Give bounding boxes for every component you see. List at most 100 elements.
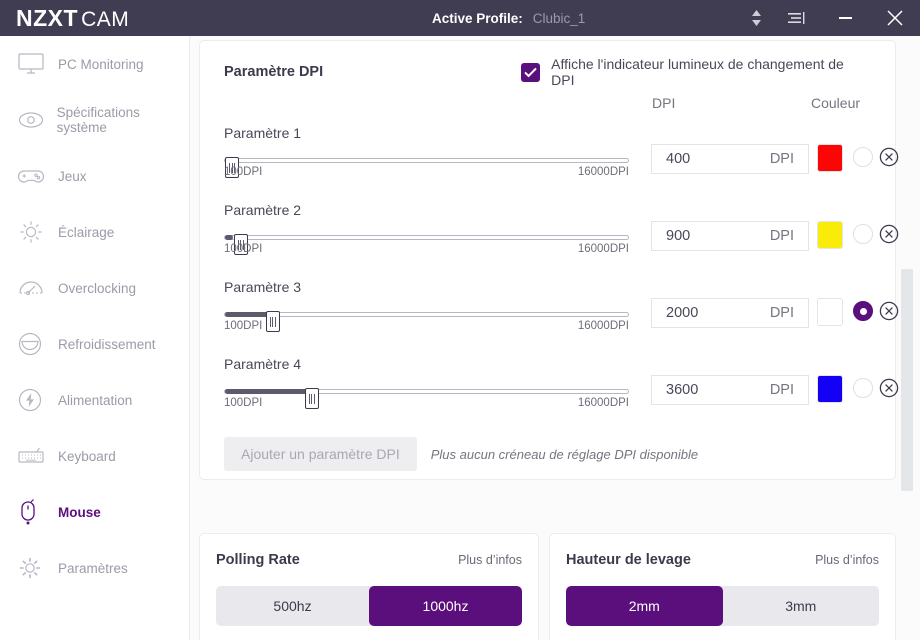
dpi-row: Paramètre 4 100DPI 16000DPI 3600 DPI xyxy=(224,352,899,429)
dpi-color-swatch[interactable] xyxy=(817,144,843,172)
dpi-slider[interactable]: 100DPI 16000DPI xyxy=(224,383,629,411)
logo-cam: CAM xyxy=(81,7,130,31)
circle-x-delete-icon[interactable] xyxy=(879,301,899,321)
slider-max-label: 16000DPI xyxy=(577,397,629,409)
sidebar-item-lighting[interactable]: Éclairage xyxy=(0,204,189,260)
slider-max-label: 16000DPI xyxy=(577,320,629,332)
scrollbar-thumb[interactable] xyxy=(901,269,913,491)
gamepad-icon xyxy=(18,166,58,186)
slider-min-label: 100DPI xyxy=(224,320,263,332)
lift-height-option-3mm[interactable]: 3mm xyxy=(722,586,879,626)
main-scrollbar[interactable] xyxy=(901,36,913,640)
dpi-row: Paramètre 2 100DPI 16000DPI 900 DPI xyxy=(224,198,899,275)
slider-scale: 100DPI 16000DPI xyxy=(224,243,629,257)
sidebar-item-label: Alimentation xyxy=(58,392,133,408)
dpi-value-input[interactable]: 2000 DPI xyxy=(651,298,809,328)
sidebar-item-keyboard[interactable]: Keyboard xyxy=(0,428,189,484)
app-logo: NZXT CAM xyxy=(16,5,129,32)
dpi-slider[interactable]: 100DPI 16000DPI xyxy=(224,229,629,257)
lift-height-header: Hauteur de levage Plus d’infos xyxy=(566,534,879,586)
sidebar: PC Monitoring Spécifications système Jeu… xyxy=(0,36,190,640)
sidebar-item-cooling[interactable]: Refroidissement xyxy=(0,316,189,372)
dpi-value: 900 xyxy=(666,228,691,244)
minimize-icon[interactable] xyxy=(827,0,863,36)
polling-rate-option-500hz[interactable]: 500hz xyxy=(216,586,369,626)
cooling-icon xyxy=(18,332,58,356)
slider-track[interactable] xyxy=(224,157,629,178)
dpi-slider[interactable]: 100DPI 16000DPI xyxy=(224,306,629,334)
sidebar-item-overclocking[interactable]: Overclocking xyxy=(0,260,189,316)
dpi-slider[interactable]: 100DPI 16000DPI xyxy=(224,152,629,180)
dpi-color-swatch[interactable] xyxy=(817,221,843,249)
page-title: Paramètre DPI xyxy=(224,64,324,80)
circle-x-delete-icon[interactable] xyxy=(879,147,899,167)
dpi-value: 2000 xyxy=(666,305,699,321)
dpi-active-radio[interactable] xyxy=(853,147,873,167)
dpi-column-headers: DPI Couleur xyxy=(224,95,871,121)
lift-height-more-info-link[interactable]: Plus d’infos xyxy=(815,553,879,567)
slider-scale: 100DPI 16000DPI xyxy=(224,320,629,334)
sidebar-item-label: Mouse xyxy=(58,504,101,520)
slider-track[interactable] xyxy=(224,311,629,332)
sidebar-item-power[interactable]: Alimentation xyxy=(0,372,189,428)
slider-min-label: 100DPI xyxy=(224,243,263,255)
dpi-row-label: Paramètre 2 xyxy=(224,202,302,218)
list-menu-icon[interactable] xyxy=(778,0,814,36)
add-dpi-note: Plus aucun créneau de réglage DPI dispon… xyxy=(430,446,699,462)
polling-rate-header: Polling Rate Plus d’infos xyxy=(216,534,522,586)
dpi-row: Paramètre 3 100DPI 16000DPI 2000 DPI xyxy=(224,275,899,352)
dpi-active-radio[interactable] xyxy=(853,378,873,398)
lift-height-segmented-control: 2mm 3mm xyxy=(566,586,879,626)
dpi-color-swatch[interactable] xyxy=(817,298,843,326)
sidebar-item-mouse[interactable]: Mouse xyxy=(0,484,189,540)
close-icon[interactable] xyxy=(877,0,913,36)
dpi-row-label: Paramètre 3 xyxy=(224,279,302,295)
column-header-dpi: DPI xyxy=(652,95,676,111)
dpi-unit-label: DPI xyxy=(769,382,794,398)
add-dpi-button[interactable]: Ajouter un paramètre DPI xyxy=(224,437,417,471)
slider-scale: 100DPI 16000DPI xyxy=(224,397,629,411)
dpi-indicator-checkbox[interactable] xyxy=(521,62,541,82)
dpi-row-label: Paramètre 4 xyxy=(224,356,302,372)
polling-rate-title: Polling Rate xyxy=(216,552,300,568)
dpi-active-radio[interactable] xyxy=(853,301,873,321)
lift-height-card: Hauteur de levage Plus d’infos 2mm 3mm xyxy=(549,533,896,640)
dpi-color-swatch[interactable] xyxy=(817,375,843,403)
dpi-value-input[interactable]: 900 DPI xyxy=(651,221,809,251)
sidebar-item-label: Éclairage xyxy=(58,224,115,240)
title-bar: NZXT CAM Active Profile: Clubic_1 xyxy=(0,0,920,36)
circle-x-delete-icon[interactable] xyxy=(879,224,899,244)
dpi-value-input[interactable]: 400 DPI xyxy=(651,144,809,174)
dpi-active-radio[interactable] xyxy=(853,224,873,244)
circle-x-delete-icon[interactable] xyxy=(879,378,899,398)
lift-height-option-2mm[interactable]: 2mm xyxy=(566,586,723,626)
sidebar-item-label: PC Monitoring xyxy=(58,56,144,72)
main-content: Paramètre DPI Affiche l'indicateur lumin… xyxy=(190,36,920,640)
dpi-row-label: Paramètre 1 xyxy=(224,125,302,141)
sidebar-item-games[interactable]: Jeux xyxy=(0,148,189,204)
dpi-unit-label: DPI xyxy=(769,151,794,167)
slider-track[interactable] xyxy=(224,388,629,409)
slider-fill xyxy=(225,235,234,240)
dpi-indicator-label: Affiche l'indicateur lumineux de changem… xyxy=(551,56,844,88)
polling-rate-segmented-control: 500hz 1000hz xyxy=(216,586,522,626)
polling-rate-option-1000hz[interactable]: 1000hz xyxy=(369,586,522,626)
add-dpi-row: Ajouter un paramètre DPI Plus aucun crén… xyxy=(224,437,698,471)
lift-height-title: Hauteur de levage xyxy=(566,552,691,568)
dpi-settings-card: Paramètre DPI Affiche l'indicateur lumin… xyxy=(199,40,899,480)
dpi-value: 3600 xyxy=(666,382,699,398)
dpi-row: Paramètre 1 100DPI 16000DPI 400 DPI xyxy=(224,121,899,198)
active-profile[interactable]: Active Profile: Clubic_1 xyxy=(432,0,585,36)
sidebar-item-pc-monitoring[interactable]: PC Monitoring xyxy=(0,36,189,92)
polling-rate-more-info-link[interactable]: Plus d’infos xyxy=(458,553,522,567)
dpi-indicator-toggle[interactable]: Affiche l'indicateur lumineux de changem… xyxy=(521,56,871,88)
slider-max-label: 16000DPI xyxy=(577,243,629,255)
dpi-value-input[interactable]: 3600 DPI xyxy=(651,375,809,405)
sidebar-item-settings[interactable]: Paramètres xyxy=(0,540,189,596)
gauge-icon xyxy=(18,278,58,298)
gear-icon xyxy=(18,556,58,580)
sidebar-item-label: Jeux xyxy=(58,168,87,184)
slider-track[interactable] xyxy=(224,234,629,255)
updown-chevron-icon[interactable] xyxy=(738,0,774,36)
sidebar-item-specifications[interactable]: Spécifications système xyxy=(0,92,189,148)
